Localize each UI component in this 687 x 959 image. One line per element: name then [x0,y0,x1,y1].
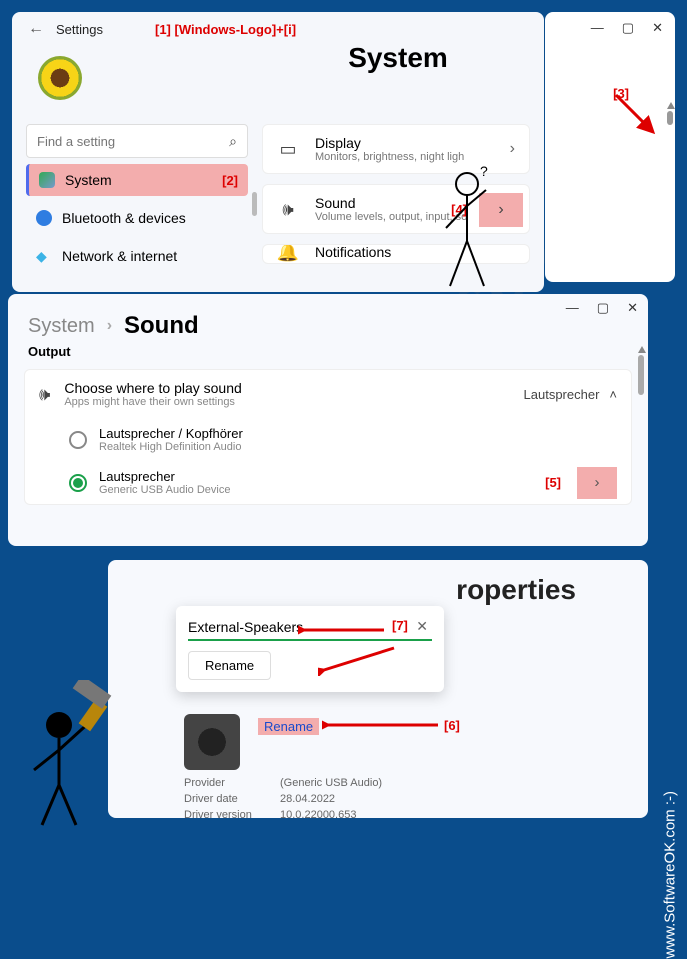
wifi-icon: ◆ [36,248,52,264]
clear-input-button[interactable]: ✕ [412,618,432,635]
annotation-arrow-3 [611,90,661,140]
device-row-realtek[interactable]: Lautsprecher / Kopfhörer Realtek High De… [25,418,631,461]
meta-date-val: 28.04.2022 [280,792,335,808]
page-title-system: System [252,42,544,74]
card-title: Display [315,135,464,151]
search-input-container[interactable]: ⌕ [26,124,248,158]
sidebar-item-bluetooth[interactable]: Bluetooth & devices [26,202,248,234]
bell-icon: 🔔 [277,244,299,263]
search-input[interactable] [37,134,229,149]
scrollbar[interactable] [667,102,673,162]
card-subtitle: Volume levels, output, input, so [315,211,467,223]
annotation-6: [6] [444,718,460,733]
annotation-arrow-6 [322,716,442,739]
watermark-side: www.SoftwareOK.com :-) [662,791,679,959]
chevron-up-icon: ˄ [609,387,617,402]
rename-link[interactable]: Rename [258,718,319,735]
row-subtitle: Apps might have their own settings [64,396,241,408]
annotation-4: [4] [451,202,467,217]
annotation-7: [7] [392,618,408,633]
chevron-right-icon: › [510,140,515,158]
sidebar-label: System [65,172,112,188]
maximize-button[interactable]: ▢ [622,20,634,36]
user-avatar[interactable] [38,56,82,100]
minimize-button[interactable]: — [591,20,604,36]
rename-confirm-button[interactable]: Rename [188,651,271,680]
scrollbar[interactable] [638,346,644,395]
card-subtitle: Monitors, brightness, night ligh [315,151,464,163]
speaker-icon: 🕪 [277,199,299,220]
meta-version-val: 10.0.22000.653 [280,808,356,824]
device-driver: Realtek High Definition Audio [99,441,243,453]
radio-selected[interactable] [69,474,87,492]
sidebar-item-network[interactable]: ◆ Network & internet [26,240,248,272]
scroll-up-icon [638,346,646,353]
chevron-right-icon: › [107,317,112,335]
current-device-label: Lautsprecher [524,387,600,402]
sidebar-scrollbar[interactable] [252,192,257,216]
properties-title: roperties [130,574,626,606]
card-title: Sound [315,195,467,211]
output-device-card: 🕪 Choose where to play sound Apps might … [24,369,632,505]
card-sound[interactable]: 🕪 Sound Volume levels, output, input, so… [262,184,530,234]
device-name: Lautsprecher [99,469,230,484]
sound-expand-button[interactable]: › [479,193,523,227]
back-button[interactable]: ← [28,20,44,38]
radio-unselected[interactable] [69,431,87,449]
card-notifications[interactable]: 🔔 Notifications [262,244,530,264]
settings-label: Settings [56,22,103,37]
card-title: Notifications [315,244,391,260]
annotation-1: [1] [Windows-Logo]+[i] [155,22,296,37]
speaker-icon: 🕪 [39,384,50,405]
meta-date-key: Driver date [184,792,262,808]
scroll-thumb[interactable] [667,111,673,125]
annotation-2: [2] [222,173,238,188]
device-expand-button[interactable]: › [577,467,617,499]
breadcrumb-system[interactable]: System [28,315,95,338]
bluetooth-icon [36,210,52,226]
breadcrumb: System › Sound [8,294,648,342]
sidebar-label: Network & internet [62,248,177,264]
meta-provider-val: (Generic USB Audio) [280,776,382,792]
search-icon: ⌕ [229,133,237,150]
sound-settings-window: — ▢ ✕ System › Sound Output 🕪 Choose whe… [8,294,648,546]
properties-window: roperties ✕ Rename [7] Rename [6] Provid… [108,560,648,818]
monitor-icon: ▭ [277,139,299,160]
device-driver: Generic USB Audio Device [99,484,230,496]
maximize-button[interactable]: ▢ [597,300,609,316]
scroll-up-icon [667,102,675,109]
output-section-label: Output [8,342,648,361]
device-row-usb[interactable]: Lautsprecher Generic USB Audio Device [5… [25,461,631,504]
sidebar-item-system[interactable]: System [2] [26,164,248,196]
row-title: Choose where to play sound [64,380,241,396]
close-button[interactable]: ✕ [627,300,638,316]
scroll-thumb[interactable] [638,355,644,395]
meta-version-key: Driver version [184,808,262,824]
system-icon [39,172,55,188]
rename-input[interactable] [188,619,412,635]
minimize-button[interactable]: — [566,300,579,316]
secondary-window: — ▢ ✕ [3] [545,12,675,282]
sidebar-label: Bluetooth & devices [62,210,186,226]
meta-provider-key: Provider [184,776,262,792]
breadcrumb-sound: Sound [124,312,199,340]
device-metadata: Provider (Generic USB Audio) Driver date 2… [184,776,382,824]
card-display[interactable]: ▭ Display Monitors, brightness, night li… [262,124,530,174]
choose-output-row[interactable]: 🕪 Choose where to play sound Apps might … [25,370,631,418]
device-name: Lautsprecher / Kopfhörer [99,426,243,441]
close-button[interactable]: ✕ [652,20,663,36]
device-image [184,714,240,770]
annotation-5: [5] [545,475,561,490]
settings-window: ← Settings [1] [Windows-Logo]+[i] System… [12,12,544,292]
